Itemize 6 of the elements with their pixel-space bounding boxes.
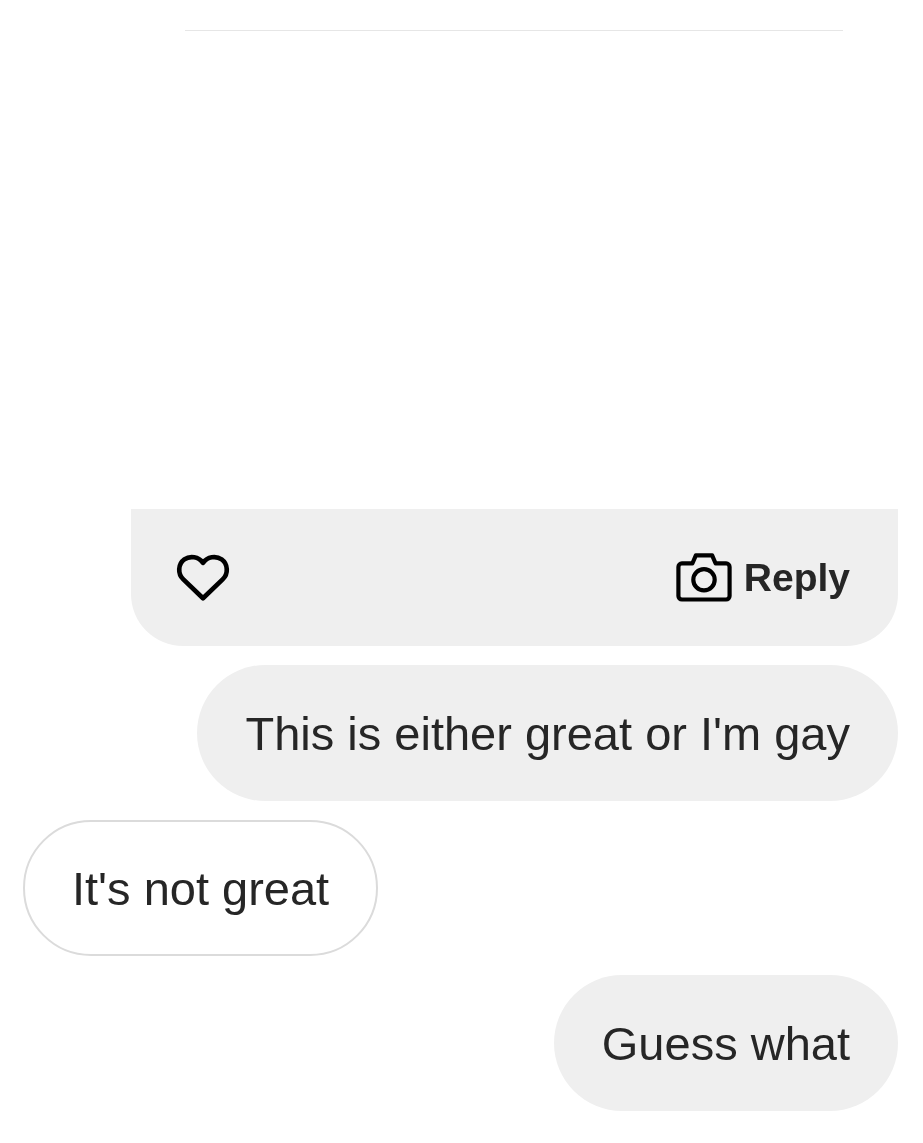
heart-icon[interactable] [175, 553, 231, 602]
camera-icon [675, 552, 732, 603]
sent-message: This is either great or I'm gay [197, 665, 898, 801]
sent-message: Guess what [553, 975, 898, 1111]
reply-button[interactable]: Reply [675, 552, 850, 603]
received-message: It's not great [23, 820, 379, 956]
